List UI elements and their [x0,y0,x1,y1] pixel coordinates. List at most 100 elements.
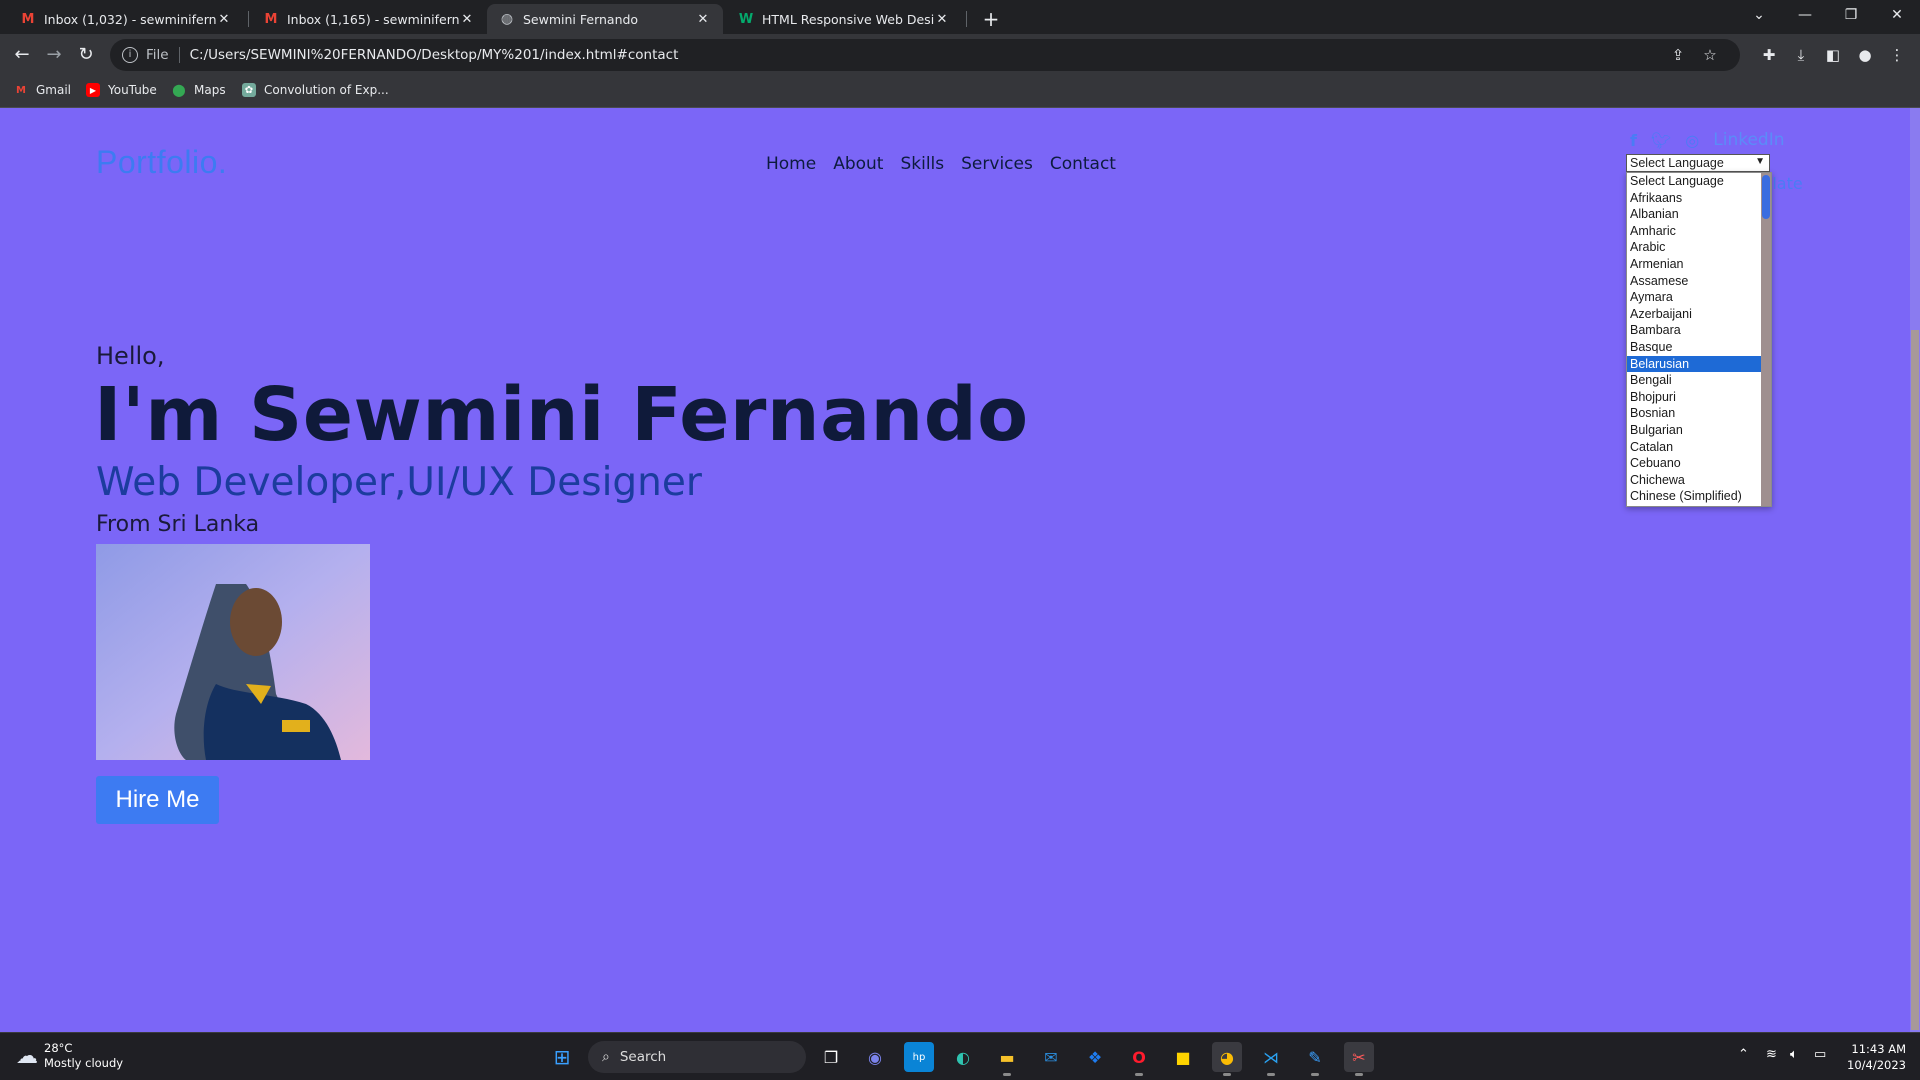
tab-gmail-1[interactable]: M Inbox (1,032) - sewminifernando ✕ [8,4,244,34]
language-option[interactable]: Chinese (Simplified) [1627,488,1771,505]
download-icon[interactable]: ⤓ [1790,44,1812,66]
reload-icon[interactable]: ↻ [74,43,98,67]
teams-chat-icon[interactable]: ◉ [860,1042,890,1072]
chevron-down-icon: ▼ [1755,156,1765,167]
menu-kebab-icon[interactable]: ⋮ [1886,44,1908,66]
language-option[interactable]: Afrikaans [1627,190,1771,207]
show-hidden-icons-chevron-icon[interactable]: ⌃ [1738,1047,1749,1062]
url-scheme: File [146,47,169,63]
twitter-icon[interactable]: 🐦︎ [1651,131,1671,150]
tab-close-icon[interactable]: ✕ [216,12,232,27]
bookmark-star-icon[interactable]: ☆ [1700,45,1720,65]
taskbar-search[interactable]: ⌕ Search [588,1041,806,1073]
tab-close-icon[interactable]: ✕ [934,12,950,27]
language-option[interactable]: Albanian [1627,206,1771,223]
tab-separator [966,11,967,27]
language-option[interactable]: Cebuano [1627,455,1771,472]
nav-services[interactable]: Services [961,154,1033,174]
minimize-icon[interactable]: — [1782,0,1828,30]
language-option[interactable]: Bulgarian [1627,422,1771,439]
wifi-icon[interactable]: ≋ [1766,1047,1777,1062]
facebook-icon[interactable]: f [1630,131,1637,150]
snipping-tool-icon[interactable]: ✂ [1344,1042,1374,1076]
windows-start-icon[interactable]: ⊞ [547,1042,577,1072]
language-option[interactable]: Arabic [1627,239,1771,256]
tab-close-icon[interactable]: ✕ [459,12,475,27]
language-option[interactable]: Azerbaijani [1627,306,1771,323]
tab-close-icon[interactable]: ✕ [695,12,711,27]
gmail-icon: M [21,11,35,27]
bookmark-convolution[interactable]: ✿ Convolution of Exp... [242,83,389,97]
opera-icon[interactable]: O [1124,1042,1154,1076]
forward-arrow-icon[interactable]: → [42,43,66,67]
language-option[interactable]: Select Language [1627,173,1771,190]
site-info-icon[interactable]: i [122,47,138,63]
chrome-icon[interactable]: ◕ [1212,1042,1242,1076]
language-option[interactable]: Chichewa [1627,472,1771,489]
bookmark-youtube[interactable]: ▶ YouTube [86,83,157,97]
dropdown-scrollbar-thumb[interactable] [1762,175,1770,219]
language-option[interactable]: Armenian [1627,256,1771,273]
dropdown-scrollbar[interactable] [1761,173,1771,506]
hero-location: From Sri Lanka [96,512,260,537]
portfolio-page: Portfolio. Home About Skills Services Co… [0,108,1910,1032]
search-icon: ⌕ [602,1049,610,1065]
language-option[interactable]: Bengali [1627,372,1771,389]
address-bar[interactable]: i File C:/Users/SEWMINI%20FERNANDO/Deskt… [110,39,1740,71]
taskbar-clock[interactable]: 11:43 AM 10/4/2023 [1844,1041,1906,1073]
paint-icon[interactable]: ✎ [1300,1042,1330,1076]
language-option[interactable]: Bambara [1627,322,1771,339]
extensions-puzzle-icon[interactable]: ✚ [1758,44,1780,66]
hire-me-button[interactable]: Hire Me [96,776,219,824]
nav-about[interactable]: About [833,154,883,174]
tab-gmail-2[interactable]: M Inbox (1,165) - sewminifernando ✕ [251,4,487,34]
tab-search-icon[interactable]: ⌄ [1736,0,1782,30]
address-divider [178,47,180,63]
site-logo[interactable]: Portfolio. [96,144,227,181]
volume-icon[interactable]: 🔈︎ [1790,1047,1798,1062]
language-option[interactable]: Belarusian [1627,355,1771,373]
tab-w3schools[interactable]: W HTML Responsive Web Design ✕ [726,4,962,34]
back-arrow-icon[interactable]: ← [10,43,34,67]
nav-skills[interactable]: Skills [900,154,944,174]
nav-home[interactable]: Home [766,154,816,174]
maps-pin-icon: ⬤ [172,83,186,97]
gmail-icon: M [16,84,26,96]
mail-icon[interactable]: ✉ [1036,1042,1066,1072]
share-icon[interactable]: ⇪ [1668,45,1688,65]
bookmark-gmail[interactable]: M Gmail [14,83,71,97]
side-panel-icon[interactable]: ◧ [1822,44,1844,66]
weather-widget[interactable]: ☁ 28°C Mostly cloudy [16,1041,123,1071]
language-option[interactable]: Basque [1627,339,1771,356]
page-scrollbar[interactable] [1910,108,1920,1032]
bookmark-maps[interactable]: ⬤ Maps [172,83,225,97]
tab-portfolio[interactable]: ◍ Sewmini Fernando ✕ [487,4,723,34]
linkedin-link[interactable]: LinkedIn [1713,130,1784,150]
profile-avatar-icon[interactable]: ● [1854,44,1876,66]
main-nav: Home About Skills Services Contact [766,154,1116,174]
language-select[interactable]: Select Language ▼ [1626,154,1770,172]
edge-icon[interactable]: ◐ [948,1042,978,1072]
language-option[interactable]: Bhojpuri [1627,389,1771,406]
sticky-notes-icon[interactable]: ■ [1168,1042,1198,1072]
language-option[interactable]: Assamese [1627,273,1771,290]
restore-icon[interactable]: ❐ [1828,0,1874,30]
language-select-value: Select Language [1630,156,1724,170]
page-scrollbar-thumb[interactable] [1911,330,1919,1030]
hp-app-icon[interactable]: hp [904,1042,934,1072]
battery-icon[interactable]: ▭ [1814,1047,1826,1062]
file-explorer-icon[interactable]: ▬ [992,1042,1022,1076]
close-window-icon[interactable]: ✕ [1874,0,1920,30]
language-dropdown-list[interactable]: Select Language Afrikaans Albanian Amharic A… [1626,172,1772,507]
task-view-icon[interactable]: ❐ [816,1042,846,1072]
language-option[interactable]: Amharic [1627,223,1771,240]
dropbox-icon[interactable]: ❖ [1080,1042,1110,1072]
gmail-icon: M [264,11,278,27]
nav-contact[interactable]: Contact [1050,154,1116,174]
language-option[interactable]: Bosnian [1627,405,1771,422]
vscode-icon[interactable]: ⋊ [1256,1042,1286,1076]
language-option[interactable]: Catalan [1627,439,1771,456]
language-option[interactable]: Aymara [1627,289,1771,306]
instagram-icon[interactable]: ◎ [1685,131,1699,150]
new-tab-button[interactable]: + [977,6,1005,32]
